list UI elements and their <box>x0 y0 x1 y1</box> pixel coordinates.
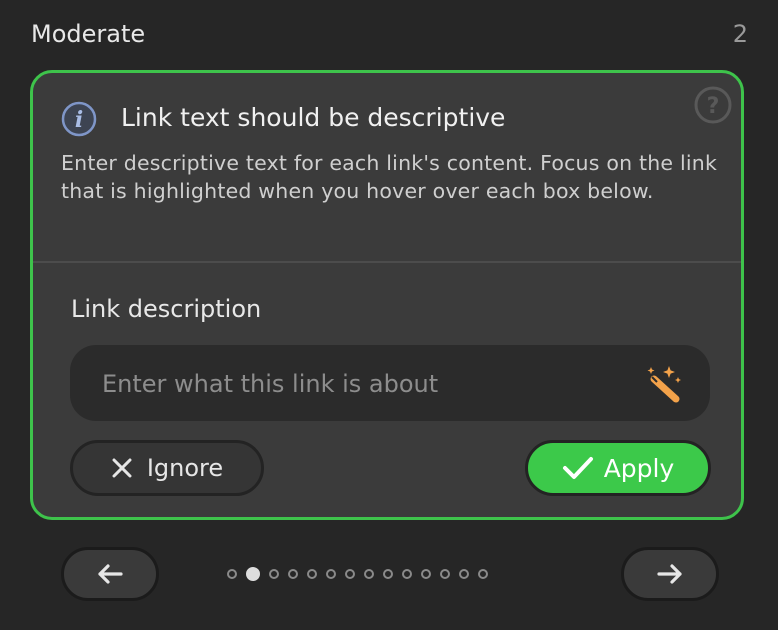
pager-dot[interactable] <box>478 569 488 579</box>
apply-label: Apply <box>603 453 675 483</box>
pager-dot[interactable] <box>440 569 450 579</box>
field-label: Link description <box>71 295 262 323</box>
pager-dot[interactable] <box>227 569 237 579</box>
pager-dot[interactable] <box>326 569 336 579</box>
link-description-input[interactable] <box>100 345 624 423</box>
pager-dots <box>227 567 488 581</box>
pager-dot[interactable] <box>459 569 469 579</box>
apply-button[interactable]: Apply <box>525 440 711 496</box>
pager-dot[interactable] <box>383 569 393 579</box>
ignore-button[interactable]: Ignore <box>70 440 264 496</box>
divider <box>33 261 741 263</box>
previous-button[interactable] <box>61 547 159 601</box>
help-icon[interactable]: ? <box>693 85 733 125</box>
pager-dot[interactable] <box>307 569 317 579</box>
issue-title: Link text should be descriptive <box>121 103 506 132</box>
pager-dot[interactable] <box>421 569 431 579</box>
ignore-label: Ignore <box>146 454 224 482</box>
pager-dot[interactable] <box>288 569 298 579</box>
pager-dot[interactable] <box>269 569 279 579</box>
pager-dot[interactable] <box>246 567 260 581</box>
arrow-left-icon <box>98 564 123 584</box>
info-icon: i <box>61 101 97 137</box>
pager-dot[interactable] <box>402 569 412 579</box>
svg-text:i: i <box>75 107 83 133</box>
arrow-right-icon <box>657 564 682 584</box>
magic-wand-icon[interactable] <box>642 363 684 405</box>
issue-description: Enter descriptive text for each link's c… <box>61 151 718 203</box>
pager-dot[interactable] <box>364 569 374 579</box>
checkmark-icon <box>562 457 593 479</box>
pager-dot[interactable] <box>345 569 355 579</box>
svg-text:?: ? <box>707 94 720 119</box>
header-label: Moderate <box>31 20 146 48</box>
next-button[interactable] <box>621 547 719 601</box>
issue-count: 2 <box>732 20 748 48</box>
issue-card: i Link text should be descriptive ? Ente… <box>30 70 744 520</box>
link-description-field <box>70 345 710 423</box>
close-icon <box>112 458 132 478</box>
